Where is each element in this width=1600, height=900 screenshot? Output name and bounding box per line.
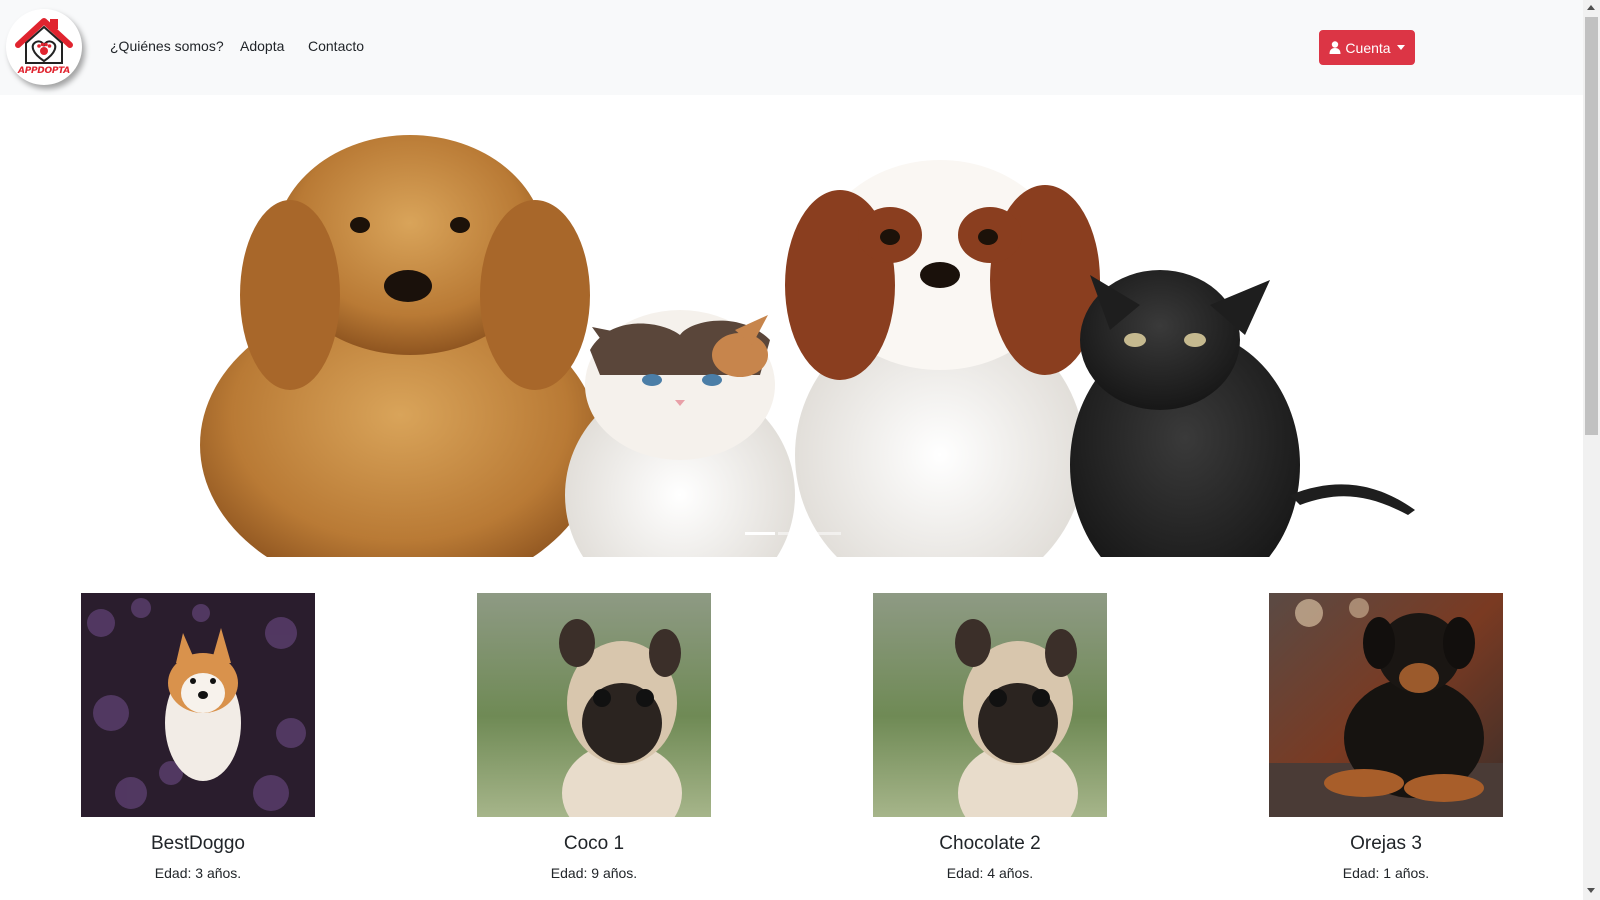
pet-photo bbox=[81, 593, 315, 817]
nav-link-adopta[interactable]: Adopta bbox=[240, 38, 284, 54]
vertical-scrollbar[interactable] bbox=[1583, 0, 1600, 900]
scroll-down-arrow-icon[interactable] bbox=[1587, 888, 1595, 893]
scrollbar-thumb[interactable] bbox=[1585, 17, 1598, 435]
account-label: Cuenta bbox=[1345, 39, 1391, 56]
user-icon bbox=[1329, 41, 1341, 54]
pet-photo bbox=[1269, 593, 1503, 817]
pet-card[interactable]: Orejas 3 Edad: 1 años. bbox=[1269, 593, 1503, 881]
page: APPDOPTA ¿Quiénes somos? Adopta Contacto… bbox=[0, 0, 1583, 900]
hero-pets-image bbox=[200, 135, 1415, 557]
brand-logo[interactable]: APPDOPTA bbox=[6, 9, 82, 85]
nav-link-quienes-somos[interactable]: ¿Quiénes somos? bbox=[110, 38, 224, 54]
pet-name: BestDoggo bbox=[150, 833, 245, 854]
nav-link-contacto[interactable]: Contacto bbox=[308, 38, 364, 54]
pet-photo bbox=[873, 593, 1107, 817]
pet-age: Edad: 4 años. bbox=[946, 865, 1034, 881]
scroll-up-arrow-icon[interactable] bbox=[1587, 5, 1595, 10]
pet-age: Edad: 9 años. bbox=[550, 865, 638, 881]
pet-age: Edad: 1 años. bbox=[1342, 865, 1430, 881]
pet-name: Coco 1 bbox=[563, 833, 625, 854]
carousel-indicators bbox=[745, 532, 841, 535]
carousel-indicator[interactable] bbox=[811, 532, 841, 535]
pet-photo bbox=[477, 593, 711, 817]
pet-name: Chocolate 2 bbox=[939, 833, 1041, 854]
pet-name: Orejas 3 bbox=[1350, 833, 1422, 854]
navbar: APPDOPTA ¿Quiénes somos? Adopta Contacto… bbox=[0, 0, 1583, 95]
pet-card[interactable]: BestDoggo Edad: 3 años. bbox=[81, 593, 315, 881]
carousel-indicator[interactable] bbox=[745, 532, 775, 535]
brand-logo-text: APPDOPTA bbox=[18, 66, 70, 76]
pet-age: Edad: 3 años. bbox=[154, 865, 242, 881]
account-dropdown-button[interactable]: Cuenta bbox=[1319, 30, 1415, 65]
carousel-indicator[interactable] bbox=[778, 532, 808, 535]
hero-carousel[interactable] bbox=[0, 95, 1583, 557]
pet-card[interactable]: Coco 1 Edad: 9 años. bbox=[477, 593, 711, 881]
caret-down-icon bbox=[1396, 45, 1405, 50]
pet-card[interactable]: Chocolate 2 Edad: 4 años. bbox=[873, 593, 1107, 881]
